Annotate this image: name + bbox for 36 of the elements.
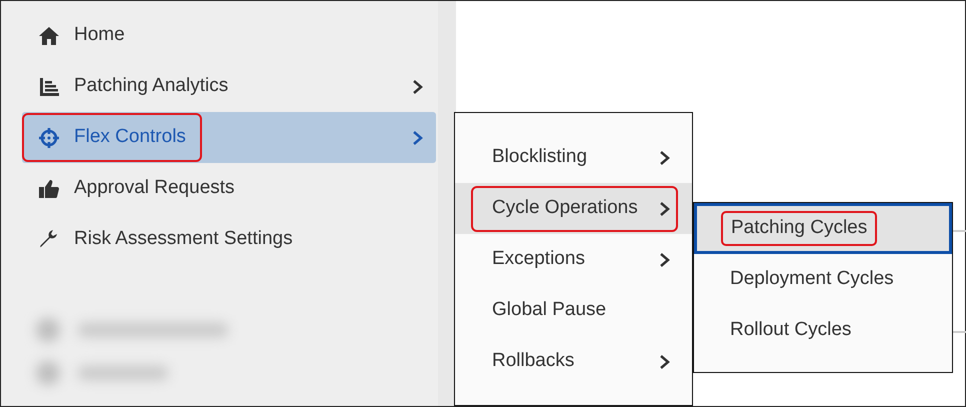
menu-item-label: Rollout Cycles bbox=[729, 318, 852, 342]
flyout-menu-item[interactable]: Cycle Operations bbox=[455, 183, 692, 234]
home-icon bbox=[38, 24, 60, 46]
submenu-item[interactable]: Deployment Cycles bbox=[694, 254, 952, 305]
menu-item-label: Approval Requests bbox=[74, 176, 235, 200]
crosshair-icon bbox=[38, 126, 60, 148]
thumbs-up-icon bbox=[38, 178, 60, 200]
sidebar-item[interactable]: Home bbox=[22, 10, 436, 61]
menu-item-label: Risk Assessment Settings bbox=[74, 227, 293, 252]
submenu-item[interactable]: Rollout Cycles bbox=[694, 305, 952, 356]
sidebar-item[interactable]: Patching Analytics bbox=[22, 61, 436, 112]
chevron-right-icon bbox=[412, 78, 424, 94]
flyout-menu-item[interactable]: Rollbacks bbox=[455, 336, 692, 387]
menu-item-label: Rollbacks bbox=[492, 349, 574, 374]
menu-item-label: Deployment Cycles bbox=[729, 267, 895, 292]
flyout-menu-item[interactable]: Global Pause bbox=[455, 285, 692, 336]
menu-item-label: Cycle Operations bbox=[492, 196, 638, 220]
menu-item-label: Home bbox=[74, 23, 125, 48]
chevron-right-icon bbox=[412, 130, 424, 146]
flyout-menu-item[interactable]: Blocklisting bbox=[455, 132, 692, 183]
menu-item-label: Flex Controls bbox=[74, 125, 186, 150]
sidebar-item[interactable]: Approval Requests bbox=[22, 163, 436, 214]
menu-item-label: Global Pause bbox=[492, 298, 606, 322]
chevron-right-icon bbox=[659, 354, 671, 370]
menu-item-label: Blocklisting bbox=[492, 145, 588, 170]
flyout-menu-item[interactable]: Exceptions bbox=[455, 234, 692, 285]
bar-chart-icon bbox=[38, 76, 60, 98]
menu-item-label: Exceptions bbox=[492, 247, 585, 272]
chevron-right-icon bbox=[659, 252, 671, 268]
sidebar-item[interactable]: Flex Controls bbox=[22, 112, 436, 163]
sidebar-item[interactable]: Risk Assessment Settings bbox=[22, 214, 436, 265]
highlight-outline: Patching Cycles bbox=[721, 211, 878, 246]
chevron-right-icon bbox=[659, 200, 671, 216]
menu-item-label: Patching Analytics bbox=[74, 74, 228, 98]
chevron-right-icon bbox=[659, 150, 671, 166]
submenu-item[interactable]: Patching Cycles bbox=[694, 203, 952, 254]
